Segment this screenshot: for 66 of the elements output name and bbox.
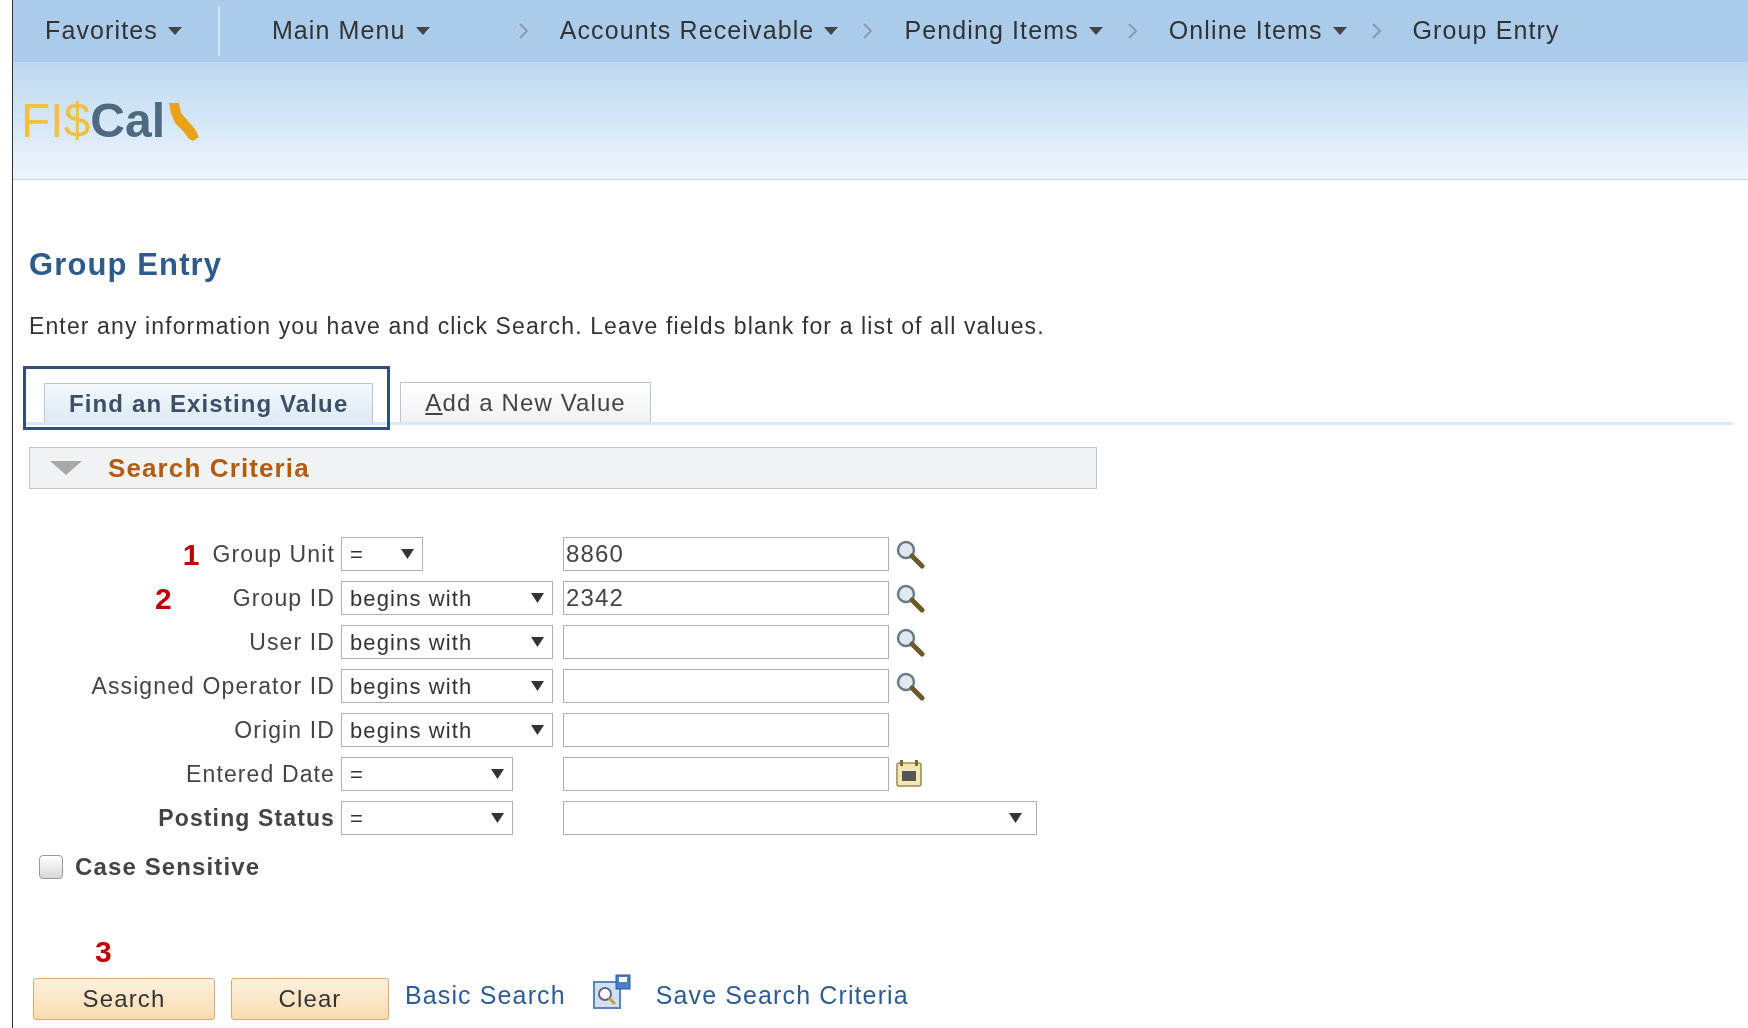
menu-button[interactable]: Favorites <box>45 12 182 50</box>
dropdown-arrow-icon <box>1009 813 1022 823</box>
input-field[interactable] <box>563 757 889 791</box>
input-field[interactable]: 8860 <box>563 537 889 571</box>
operator-dropdown[interactable]: begins with <box>341 625 553 659</box>
action-button[interactable]: Search <box>33 978 215 1020</box>
save-search-icon[interactable] <box>591 974 632 1010</box>
input-field[interactable] <box>563 625 889 659</box>
checkbox[interactable] <box>39 855 63 879</box>
annotation-number: 2 <box>155 580 173 617</box>
caret-icon <box>415 27 430 35</box>
status-dropdown[interactable] <box>563 801 1037 835</box>
checkbox-label: Case Sensitive <box>75 852 261 882</box>
input-field[interactable]: 2342 <box>563 581 889 615</box>
search-icon[interactable] <box>895 627 925 657</box>
search-icon[interactable] <box>895 671 925 701</box>
dropdown-arrow-icon <box>401 549 414 559</box>
operator-dropdown[interactable]: begins with <box>341 581 553 615</box>
logo: FI$Cal <box>21 92 166 149</box>
instructions-text: Enter any information you have and click Search. Leave fields blank for a list of all values. <box>29 311 1046 341</box>
chevron-icon <box>1126 22 1139 40</box>
operator-dropdown[interactable]: = <box>341 537 423 571</box>
collapse-icon[interactable] <box>50 461 82 475</box>
annotation-number: 3 <box>95 934 113 970</box>
calendar-icon[interactable] <box>895 760 923 788</box>
input-field[interactable] <box>563 713 889 747</box>
field-label: Group ID <box>232 583 335 613</box>
dropdown-arrow-icon <box>531 637 544 647</box>
dropdown-arrow-icon <box>491 769 504 779</box>
operator-dropdown[interactable]: begins with <box>341 669 553 703</box>
menu-button[interactable]: Accounts Receivable <box>559 12 839 50</box>
dropdown-arrow-icon <box>491 813 504 823</box>
caret-icon <box>167 27 182 35</box>
section-title: Search Criteria <box>108 451 310 485</box>
tab[interactable]: Add a New Value <box>400 382 651 422</box>
menu-button[interactable]: Main Menu <box>271 12 430 50</box>
field-label: Group Unit <box>212 539 335 569</box>
search-icon[interactable] <box>895 583 925 613</box>
operator-dropdown[interactable]: = <box>341 801 513 835</box>
chevron-icon <box>517 22 530 40</box>
operator-dropdown[interactable]: = <box>341 757 513 791</box>
dropdown-arrow-icon <box>531 681 544 691</box>
dropdown-arrow-icon <box>531 593 544 603</box>
annotation-number: 1 <box>182 536 201 573</box>
caret-icon <box>1332 27 1347 35</box>
menu-button[interactable]: Online Items <box>1168 12 1347 50</box>
caret-icon <box>824 27 839 35</box>
breadcrumb-link[interactable]: Group Entry <box>1412 12 1560 50</box>
search-icon[interactable] <box>895 539 925 569</box>
tab[interactable]: Find an Existing Value <box>44 383 374 423</box>
basic-search-link[interactable]: Basic Search <box>405 976 566 1020</box>
field-label: Assigned Operator ID <box>91 671 335 701</box>
menu-button[interactable]: Pending Items <box>904 12 1103 50</box>
save-search-criteria-link[interactable]: Save Search Criteria <box>655 976 909 1020</box>
field-label: Entered Date <box>186 759 335 789</box>
caret-icon <box>1088 27 1103 35</box>
chevron-icon <box>862 22 875 40</box>
action-button[interactable]: Clear <box>231 978 389 1020</box>
field-label: User ID <box>249 627 335 657</box>
operator-dropdown[interactable]: begins with <box>341 713 553 747</box>
input-field[interactable] <box>563 669 889 703</box>
chevron-icon <box>1370 22 1383 40</box>
page-title: Group Entry <box>29 246 224 284</box>
field-label: Origin ID <box>234 715 335 745</box>
field-label: Posting Status <box>158 803 335 833</box>
dropdown-arrow-icon <box>531 725 544 735</box>
